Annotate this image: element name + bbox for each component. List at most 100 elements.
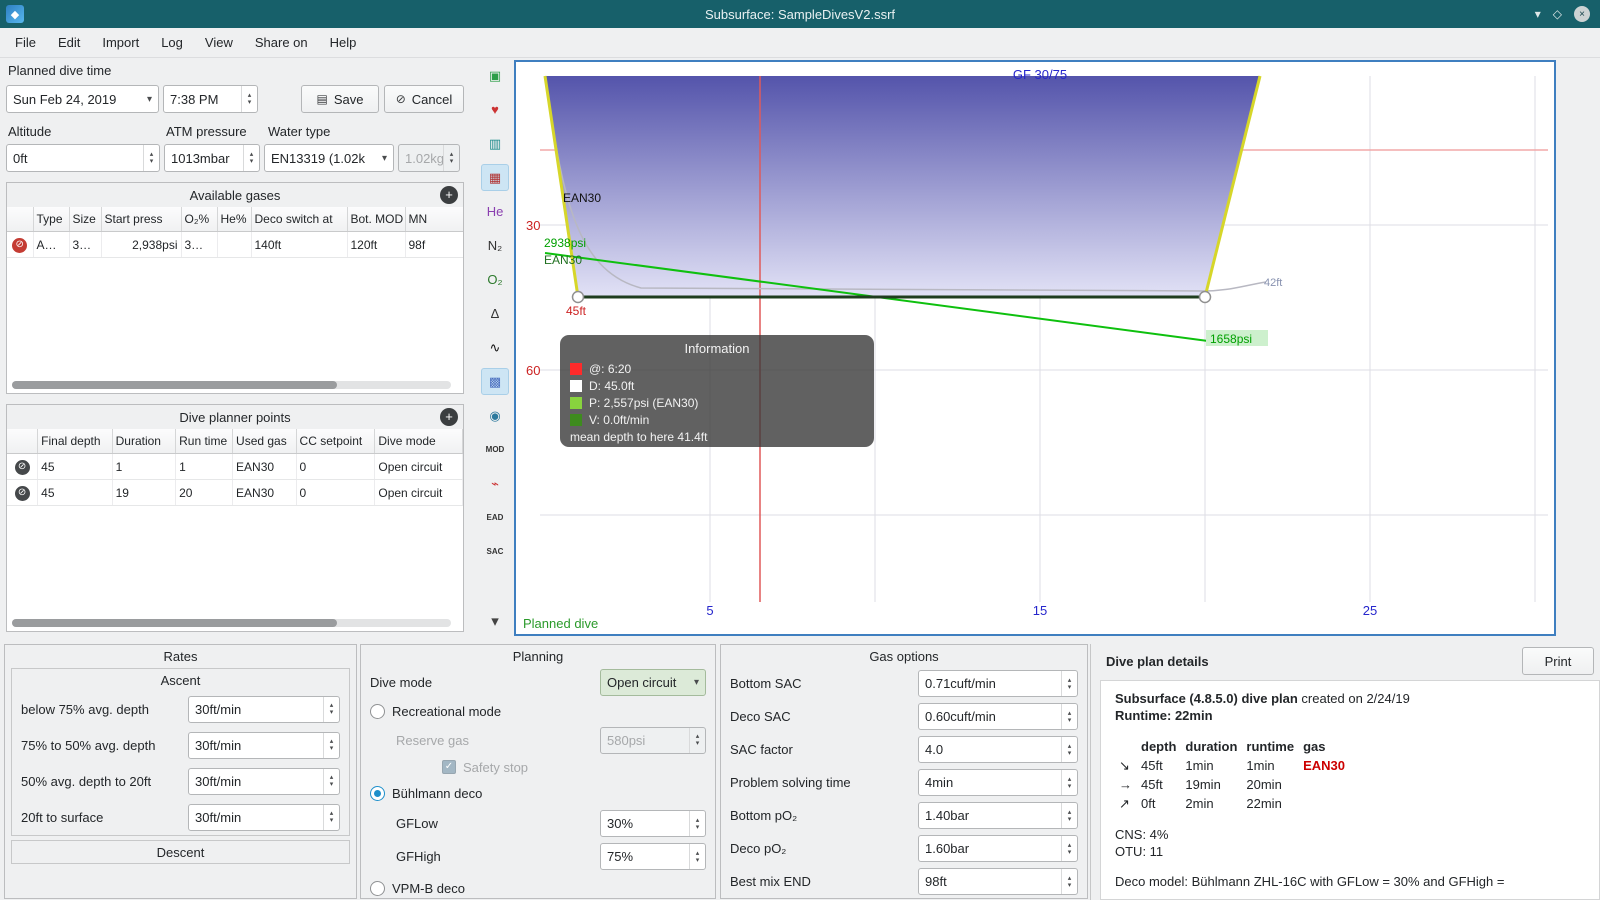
menu-help[interactable]: Help — [319, 30, 368, 55]
profile-handle[interactable] — [1198, 290, 1212, 304]
gas-he-cell[interactable] — [217, 231, 252, 258]
point-duration-cell[interactable]: 1 — [112, 453, 177, 480]
heart-rate-icon[interactable]: ♥ — [481, 96, 509, 123]
gas-row[interactable]: ⊘ A… 3… 2,938psi 3… 140ft 120ft 98f — [7, 231, 463, 258]
deco-sac-spinner[interactable]: 0.60cuft/min ▴ ▾ — [918, 703, 1078, 730]
spinner-arrows-icon[interactable]: ▴ ▾ — [689, 844, 705, 869]
ascent-rate-4-spinner[interactable]: 30ft/min ▴ ▾ — [188, 803, 340, 831]
delete-point-icon[interactable]: ⊘ — [14, 460, 30, 475]
heart-beat-line-icon[interactable]: ∿ — [481, 334, 509, 361]
menu-edit[interactable]: Edit — [47, 30, 91, 55]
point-gas-cell[interactable]: EAN30 — [232, 453, 297, 480]
points-header-duration[interactable]: Duration — [112, 429, 177, 454]
ascent-rate-2-spinner[interactable]: 30ft/min ▴ ▾ — [188, 731, 340, 759]
titlebar[interactable]: ◆ Subsurface: SampleDivesV2.ssrf ▾ ◇ × — [0, 0, 1600, 28]
ceiling-icon[interactable]: ▦ — [481, 164, 509, 191]
tank-bar-icon[interactable]: ▥ — [481, 130, 509, 157]
panel-splitter[interactable] — [1090, 644, 1091, 900]
spinner-arrows-icon[interactable]: ▴ ▾ — [323, 804, 339, 830]
gases-header-o2[interactable]: O₂% — [181, 207, 218, 232]
ascent-rate-1-spinner[interactable]: 30ft/min ▴ ▾ — [188, 695, 340, 723]
point-row[interactable]: ⊘ 45 19 20 EAN30 0 Open circuit — [7, 479, 463, 506]
points-hscrollbar[interactable] — [12, 619, 451, 627]
points-header-runtime[interactable]: Run time — [175, 429, 234, 454]
gases-header-mnd[interactable]: MN — [405, 207, 463, 232]
cancel-button[interactable]: ⊘ Cancel — [384, 85, 464, 113]
points-header-setpoint[interactable]: CC setpoint — [296, 429, 376, 454]
dive-mode-select[interactable]: Open circuit ▾ — [600, 668, 706, 696]
spinner-arrows-icon[interactable]: ▴ ▾ — [1061, 836, 1077, 861]
mod-icon[interactable]: MOD — [481, 436, 509, 463]
menu-log[interactable]: Log — [150, 30, 194, 55]
spinner-arrows-icon[interactable]: ▴ ▾ — [241, 86, 257, 112]
dive-profile-chart[interactable]: GF 30/75 30 60 5 15 25 EAN30 2938psi EAN… — [514, 60, 1556, 636]
ead-icon[interactable]: EAD — [481, 504, 509, 531]
menu-file[interactable]: File — [4, 30, 47, 55]
points-header-depth[interactable]: Final depth — [37, 429, 113, 454]
gases-header-bot-mod[interactable]: Bot. MOD — [347, 207, 406, 232]
helium-graph-icon[interactable]: He — [481, 198, 509, 225]
profile-handle[interactable] — [571, 290, 585, 304]
add-point-button[interactable]: + — [440, 408, 458, 426]
gas-type-cell[interactable]: A… — [33, 231, 70, 258]
recreational-mode-radio[interactable] — [370, 703, 385, 719]
gas-bot-mod-cell[interactable]: 120ft — [347, 231, 406, 258]
save-button[interactable]: ▤ Save — [301, 85, 379, 113]
spinner-arrows-icon[interactable]: ▴ ▾ — [1061, 770, 1077, 795]
point-row[interactable]: ⊘ 45 1 1 EAN30 0 Open circuit — [7, 453, 463, 480]
buhlmann-deco-radio[interactable] — [370, 785, 385, 801]
menu-import[interactable]: Import — [91, 30, 150, 55]
delete-point-icon[interactable]: ⊘ — [14, 486, 30, 501]
point-mode-cell[interactable]: Open circuit — [374, 479, 463, 506]
salinity-icon[interactable]: ◉ — [481, 402, 509, 429]
points-header-mode[interactable]: Dive mode — [374, 429, 463, 454]
water-type-select[interactable]: EN13319 (1.02k ▾ — [264, 144, 394, 172]
bottom-po2-spinner[interactable]: 1.40bar ▴ ▾ — [918, 802, 1078, 829]
spinner-arrows-icon[interactable]: ▴ ▾ — [1061, 737, 1077, 762]
menu-share-on[interactable]: Share on — [244, 30, 319, 55]
profile-info-icon[interactable]: ▩ — [481, 368, 509, 395]
bottom-sac-spinner[interactable]: 0.71cuft/min ▴ ▾ — [918, 670, 1078, 697]
gas-mnd-cell[interactable]: 98f — [405, 231, 463, 258]
points-hscrollbar-thumb[interactable] — [12, 619, 337, 627]
deco-po2-spinner[interactable]: 1.60bar ▴ ▾ — [918, 835, 1078, 862]
menu-view[interactable]: View — [194, 30, 244, 55]
photos-icon[interactable]: ▣ — [481, 62, 509, 89]
information-tooltip[interactable]: Information @: 6:20 D: 45.0ft P: 2,557ps… — [560, 335, 874, 447]
point-duration-cell[interactable]: 19 — [112, 479, 177, 506]
point-gas-cell[interactable]: EAN30 — [232, 479, 297, 506]
gases-header-he[interactable]: He% — [217, 207, 252, 232]
delete-cylinder-icon[interactable]: ⊘ — [12, 238, 28, 253]
close-icon[interactable]: × — [1574, 6, 1590, 22]
altitude-spinner[interactable]: 0ft ▴ ▾ — [6, 144, 160, 172]
print-button[interactable]: Print — [1522, 647, 1594, 675]
ascent-rate-3-spinner[interactable]: 30ft/min ▴ ▾ — [188, 767, 340, 795]
spinner-arrows-icon[interactable]: ▴ ▾ — [1061, 671, 1077, 696]
nitrogen-graph-icon[interactable]: N₂ — [481, 232, 509, 259]
maximize-icon[interactable]: ◇ — [1553, 7, 1562, 21]
spinner-arrows-icon[interactable]: ▴ ▾ — [1061, 869, 1077, 894]
time-spinner[interactable]: 7:38 PM ▴ ▾ — [163, 85, 258, 113]
sac-icon[interactable]: SAC — [481, 538, 509, 565]
gases-header-start-press[interactable]: Start press — [101, 207, 182, 232]
best-mix-end-spinner[interactable]: 98ft ▴ ▾ — [918, 868, 1078, 895]
gases-hscrollbar[interactable] — [12, 381, 451, 389]
point-setpoint-cell[interactable]: 0 — [296, 479, 376, 506]
gas-o2-cell[interactable]: 3… — [181, 231, 218, 258]
spinner-arrows-icon[interactable]: ▴ ▾ — [1061, 704, 1077, 729]
minimize-icon[interactable]: ▾ — [1535, 7, 1541, 21]
problem-solving-time-spinner[interactable]: 4min ▴ ▾ — [918, 769, 1078, 796]
gas-size-cell[interactable]: 3… — [69, 231, 102, 258]
gas-deco-switch-cell[interactable]: 140ft — [251, 231, 348, 258]
gases-header-type[interactable]: Type — [33, 207, 70, 232]
point-depth-cell[interactable]: 45 — [37, 453, 113, 480]
swimmer-icon[interactable]: ⌁ — [481, 470, 509, 497]
point-runtime-cell[interactable]: 20 — [175, 479, 234, 506]
spinner-arrows-icon[interactable]: ▴ ▾ — [323, 696, 339, 722]
spinner-arrows-icon[interactable]: ▴ ▾ — [323, 732, 339, 758]
gases-hscrollbar-thumb[interactable] — [12, 381, 337, 389]
safety-stop-checkbox[interactable]: ✓ — [442, 760, 456, 774]
spinner-arrows-icon[interactable]: ▴ ▾ — [689, 811, 705, 836]
sac-factor-spinner[interactable]: 4.0 ▴ ▾ — [918, 736, 1078, 763]
gflow-spinner[interactable]: 30% ▴ ▾ — [600, 810, 706, 837]
